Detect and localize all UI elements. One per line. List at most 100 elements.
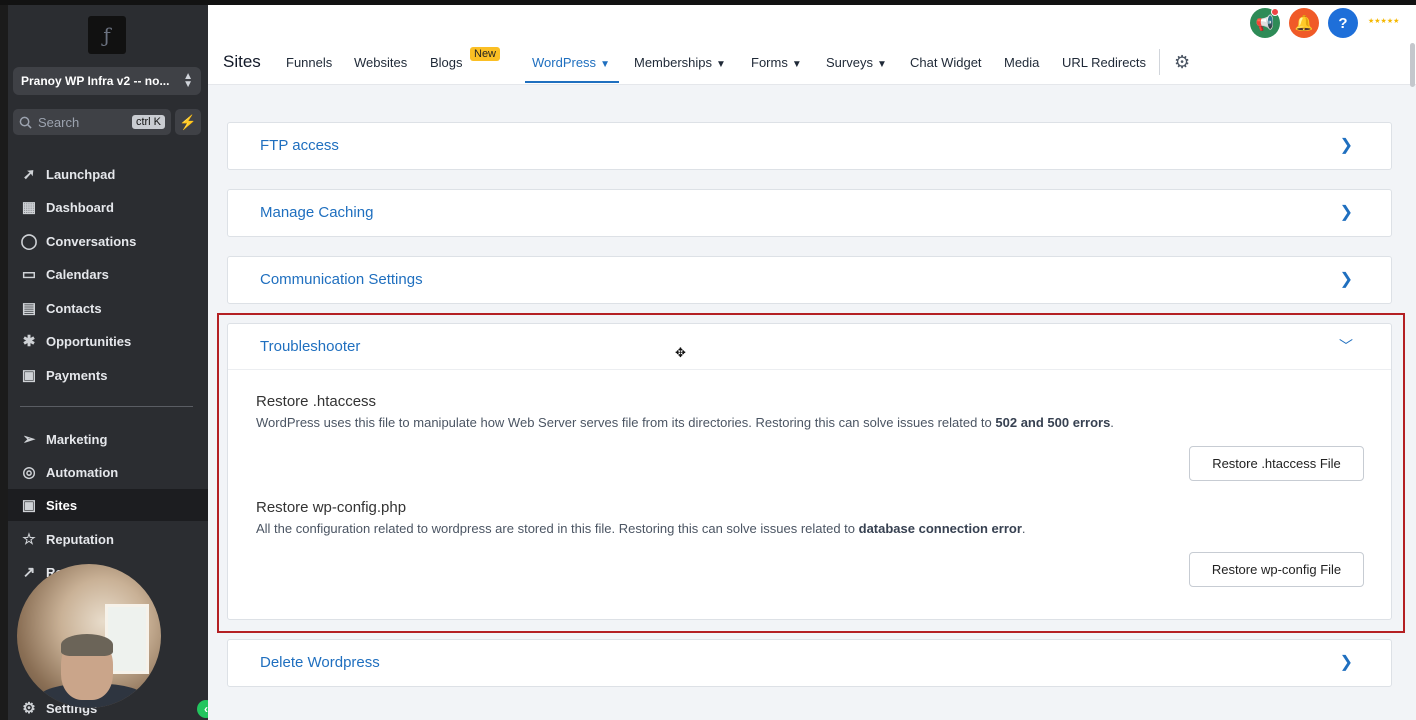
tab-media[interactable]: Media — [1004, 55, 1039, 70]
help-button[interactable]: ? — [1328, 8, 1358, 38]
automation-icon: ◎ — [22, 464, 36, 481]
quick-action-button[interactable]: ⚡ — [175, 109, 201, 135]
sidebar-item-label: Sites — [46, 497, 78, 513]
htaccess-title: Restore .htaccess — [256, 393, 377, 410]
notification-dot — [1271, 8, 1279, 16]
nav-separator — [1159, 49, 1160, 75]
sidebar-item-label: Conversations — [46, 233, 137, 249]
chat-icon: ◯ — [20, 233, 38, 250]
payments-icon: ▣ — [21, 367, 37, 384]
scrollbar-thumb[interactable] — [1410, 43, 1415, 87]
tab-url-redirects[interactable]: URL Redirects — [1062, 55, 1146, 70]
search-input[interactable]: Search ctrl K — [13, 109, 171, 135]
panel-ftp-access[interactable]: FTP access ❯ — [227, 122, 1392, 170]
search-shortcut: ctrl K — [131, 115, 165, 129]
search-row: Search ctrl K ⚡ — [13, 109, 201, 135]
panel-title: Communication Settings — [260, 271, 423, 288]
company-logo[interactable]: ƒ — [88, 16, 126, 54]
tab-surveys-label: Surveys — [826, 55, 873, 70]
chevron-up-down-icon: ▲ ▼ — [183, 71, 193, 90]
account-name: Pranoy WP Infra v2 -- no... — [21, 74, 170, 88]
sidebar-item-label: Dashboard — [46, 199, 114, 215]
account-switcher[interactable]: Pranoy WP Infra v2 -- no... ▲ ▼ — [13, 67, 201, 95]
tab-surveys[interactable]: Surveys ▼ — [826, 55, 887, 70]
lightning-icon: ⚡ — [179, 113, 197, 130]
panel-title: Manage Caching — [260, 204, 374, 221]
megaphone-icon: 📢 — [1255, 15, 1275, 32]
notifications-button[interactable]: 🔔 — [1289, 8, 1319, 38]
tab-blogs[interactable]: Blogs — [430, 55, 463, 70]
tab-memberships[interactable]: Memberships ▼ — [634, 55, 726, 70]
sidebar-item-label: Marketing — [46, 431, 108, 447]
sidebar-item-label: Launchpad — [46, 166, 116, 182]
main-content: Sites Funnels Websites Blogs New WordPre… — [208, 5, 1416, 720]
chevron-down-icon: ﹀ — [1339, 338, 1353, 354]
star-icon: ☆ — [22, 531, 36, 548]
tab-funnels[interactable]: Funnels — [286, 55, 332, 70]
panel-delete-wordpress[interactable]: Delete Wordpress ❯ — [227, 639, 1392, 687]
wpconfig-description: All the configuration related to wordpre… — [256, 521, 1026, 536]
sidebar-item-label: Opportunities — [46, 333, 132, 349]
settings-gear-icon[interactable]: ⚙ — [1174, 52, 1190, 73]
opportunities-icon: ✱ — [22, 333, 36, 350]
trend-icon: ↗ — [22, 564, 36, 581]
webcam-person-hair — [61, 634, 113, 656]
send-icon: ➢ — [22, 431, 36, 448]
sidebar-item-contacts[interactable]: ▤ Contacts — [8, 292, 208, 324]
gear-icon: ⚙ — [22, 700, 36, 717]
sidebar-item-launchpad[interactable]: ➚ Launchpad — [8, 158, 208, 190]
calendar-icon: ▭ — [21, 266, 37, 283]
sites-icon: ▣ — [21, 497, 37, 514]
panel-title: Delete Wordpress — [260, 654, 380, 671]
sidebar-item-automation[interactable]: ◎ Automation — [8, 456, 208, 488]
sidebar-item-opportunities[interactable]: ✱ Opportunities — [8, 325, 208, 357]
top-navigation: Sites Funnels Websites Blogs New WordPre… — [208, 5, 1416, 87]
panel-communication-settings[interactable]: Communication Settings ❯ — [227, 256, 1392, 304]
sidebar-item-label: Automation — [46, 464, 119, 480]
troubleshooter-header[interactable]: Troubleshooter ﹀ ✥ — [228, 324, 1391, 370]
chevron-right-icon: ❯ — [1339, 271, 1353, 288]
restore-htaccess-button[interactable]: Restore .htaccess File — [1189, 446, 1364, 481]
tab-forms[interactable]: Forms ▼ — [751, 55, 802, 70]
active-tab-indicator — [525, 81, 619, 83]
sidebar-item-calendars[interactable]: ▭ Calendars — [8, 258, 208, 290]
sidebar-item-payments[interactable]: ▣ Payments — [8, 359, 208, 391]
chevron-right-icon: ❯ — [1339, 137, 1353, 154]
tab-wordpress[interactable]: WordPress ▼ — [532, 55, 610, 70]
sidebar-item-marketing[interactable]: ➢ Marketing — [8, 423, 208, 455]
tab-chat-widget[interactable]: Chat Widget — [910, 55, 982, 70]
move-cursor-icon: ✥ — [675, 345, 686, 360]
htaccess-desc-text: WordPress uses this file to manipulate h… — [256, 415, 996, 430]
sidebar-divider — [20, 406, 193, 407]
htaccess-description: WordPress uses this file to manipulate h… — [256, 415, 1114, 430]
rocket-icon: ➚ — [22, 166, 36, 183]
logo-glyph-icon: ƒ — [103, 23, 111, 47]
tab-memberships-label: Memberships — [634, 55, 713, 70]
rating-stars-icon: ★★★★★ — [1368, 18, 1400, 25]
chevron-down-icon: ▼ — [791, 59, 802, 70]
new-badge: New — [470, 47, 501, 61]
contacts-icon: ▤ — [21, 300, 37, 317]
restore-wpconfig-button[interactable]: Restore wp-config File — [1189, 552, 1364, 587]
wpconfig-title: Restore wp-config.php — [256, 499, 407, 516]
help-icon: ? — [1338, 14, 1348, 32]
webcam-overlay — [17, 564, 161, 708]
panel-title: Troubleshooter — [260, 338, 361, 355]
htaccess-desc-end: . — [1110, 415, 1114, 430]
panel-manage-caching[interactable]: Manage Caching ❯ — [227, 189, 1392, 237]
sidebar-item-label: Payments — [46, 367, 108, 383]
wpconfig-desc-text: All the configuration related to wordpre… — [256, 521, 859, 536]
wpconfig-desc-bold: database connection error — [858, 521, 1022, 536]
tab-websites[interactable]: Websites — [354, 55, 407, 70]
sidebar-item-label: Calendars — [46, 266, 109, 282]
search-icon — [19, 116, 32, 129]
sidebar-item-sites[interactable]: ▣ Sites — [8, 489, 208, 521]
page-title: Sites — [223, 52, 261, 71]
tab-wordpress-label: WordPress — [532, 55, 597, 70]
search-placeholder: Search — [38, 114, 80, 130]
sidebar-item-dashboard[interactable]: ▦ Dashboard — [8, 191, 208, 223]
sidebar-item-conversations[interactable]: ◯ Conversations — [8, 225, 208, 257]
htaccess-desc-bold: 502 and 500 errors — [995, 415, 1111, 430]
sidebar-item-reputation[interactable]: ☆ Reputation — [8, 523, 208, 555]
grid-icon: ▦ — [21, 199, 37, 216]
